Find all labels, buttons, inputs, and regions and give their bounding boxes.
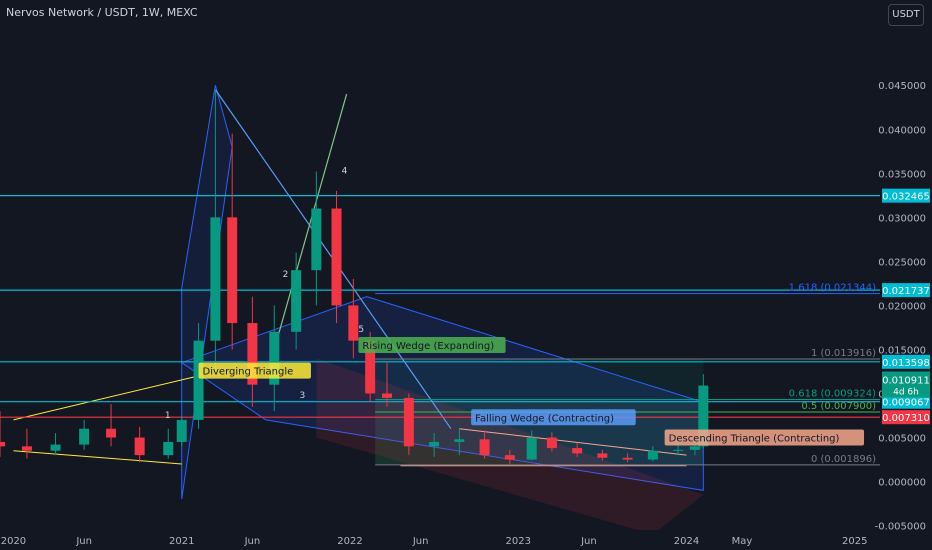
y-tick-label: 0.030000	[878, 213, 926, 224]
y-tick-label: 0.025000	[878, 257, 926, 268]
x-tick-label: May	[732, 536, 753, 547]
triangle-lower-line	[13, 450, 182, 465]
x-tick-label: Jun	[580, 536, 597, 547]
candle-body	[106, 428, 117, 438]
candle-body	[134, 437, 145, 456]
x-tick-label: Jun	[244, 536, 261, 547]
x-tick-label: 2024	[674, 536, 699, 547]
fib-label: 1.618 (0.021344)	[789, 283, 876, 294]
candle-body	[193, 340, 204, 420]
candle-body	[79, 428, 90, 445]
candle-body	[526, 437, 537, 460]
pattern-label: Diverging Triangle	[203, 367, 294, 378]
y-tick-label: -0.005000	[875, 522, 926, 533]
candle-body	[647, 450, 658, 460]
level-tag-text: 0.007310	[882, 413, 930, 424]
y-tick-label: 0.045000	[878, 81, 926, 92]
pattern-label: Rising Wedge (Expanding)	[362, 341, 494, 352]
fib-label: 0.618 (0.009324)	[789, 388, 876, 399]
x-tick-label: 2025	[842, 536, 867, 547]
fib-label: 1 (0.013916)	[811, 348, 876, 359]
triangle-upper-line	[13, 375, 199, 421]
x-tick-label: 2023	[506, 536, 531, 547]
candle-body	[331, 208, 342, 306]
candle-body	[381, 393, 392, 398]
candle-body	[311, 208, 322, 271]
x-tick-label: 2021	[169, 536, 194, 547]
candle-body	[479, 439, 490, 456]
candle-body	[163, 441, 174, 456]
pattern-label: Falling Wedge (Contracting)	[475, 413, 614, 424]
y-tick-label: 0.035000	[878, 169, 926, 180]
candle-body	[21, 446, 32, 451]
wave-label: 2	[283, 270, 289, 280]
price-chart[interactable]: 1.618 (0.021344) 1 (0.013916) 0.618 (0.009…	[0, 0, 932, 550]
y-tick-label: 0.020000	[878, 301, 926, 312]
candle-body	[403, 397, 414, 447]
candle-body	[572, 448, 583, 454]
wave-label: 4	[342, 166, 348, 176]
x-tick-label: Jun	[412, 536, 429, 547]
candle-body	[689, 446, 700, 450]
candle-body	[597, 453, 608, 458]
candle-body	[176, 419, 187, 442]
wave-label: 1	[165, 411, 171, 421]
y-tick-label: 0.040000	[878, 125, 926, 136]
level-tag-text: 0.021737	[882, 286, 930, 297]
level-tag-text: 0.032465	[882, 192, 930, 203]
wave-label: 3	[300, 391, 306, 401]
candle-body	[622, 457, 633, 460]
pattern-shapes-layer	[13, 85, 704, 535]
candle-body	[227, 217, 238, 324]
current-price-countdown: 4d 6h	[893, 387, 919, 397]
candle-body	[210, 217, 221, 341]
candle-body	[454, 439, 465, 442]
expanding-wedge	[181, 85, 233, 500]
current-price-label: 0.010911	[882, 375, 930, 386]
candle-body	[291, 270, 302, 332]
candle-body	[504, 455, 515, 460]
currency-button[interactable]: USDT	[888, 4, 924, 26]
fib-label: 0 (0.001896)	[811, 454, 876, 465]
y-tick-label: 0.005000	[878, 434, 926, 445]
wave-label: 5	[358, 325, 364, 335]
x-tick-label: 2020	[1, 536, 26, 547]
pattern-label: Descending Triangle (Contracting)	[669, 434, 840, 445]
candle-body	[673, 449, 684, 451]
candle-body	[50, 444, 61, 451]
chart-title: Nervos Network / USDT, 1W, MEXC	[6, 6, 198, 19]
y-tick-label: 0.000000	[878, 478, 926, 489]
candle-body	[0, 441, 5, 447]
candle-body	[348, 305, 359, 341]
candle-body	[429, 441, 440, 447]
level-tag-text: 0.009067	[882, 398, 930, 409]
candle-body	[546, 437, 557, 449]
fib-label: 0.5 (0.007900)	[801, 401, 876, 412]
x-tick-label: 2022	[337, 536, 362, 547]
x-tick-label: Jun	[75, 536, 92, 547]
level-tag-text: 0.013598	[882, 358, 930, 369]
